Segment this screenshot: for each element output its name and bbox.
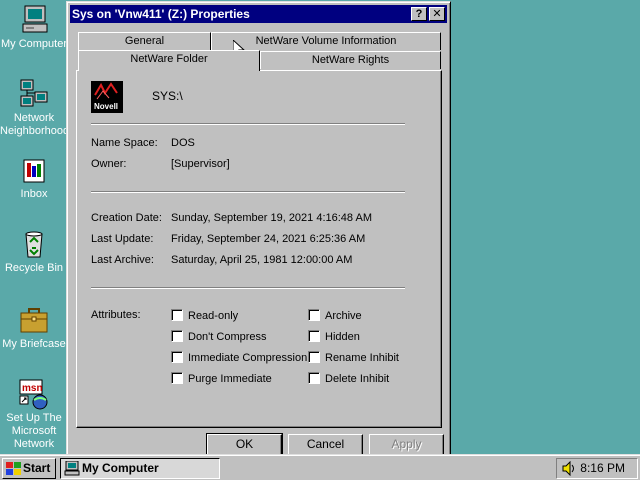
name-space-value: DOS: [171, 137, 195, 149]
separator: [91, 123, 405, 125]
computer-icon: [64, 461, 80, 476]
name-space-label: Name Space:: [91, 137, 158, 149]
creation-date-value: Sunday, September 19, 2021 4:16:48 AM: [171, 212, 372, 224]
taskbar-item-my-computer[interactable]: My Computer: [60, 458, 220, 479]
title-bar[interactable]: Sys on 'Vnw411' (Z:) Properties ? ✕: [70, 5, 447, 23]
attributes-label: Attributes:: [91, 309, 141, 321]
desktop-icon-recycle-bin[interactable]: Recycle Bin: [0, 228, 68, 275]
checkbox-box[interactable]: [308, 372, 320, 384]
tab-general[interactable]: General: [78, 32, 211, 50]
checkbox-box[interactable]: [308, 330, 320, 342]
system-tray: 8:16 PM: [556, 458, 638, 479]
novell-logo-icon: Novell: [91, 81, 123, 113]
desktop-icon-label: Neighborhood: [0, 125, 68, 137]
desktop-icon-label: Microsoft: [11, 425, 57, 437]
separator: [91, 287, 405, 289]
logo-text: Novell: [94, 102, 119, 111]
checkbox-delete-inhibit[interactable]: Delete Inhibit: [308, 372, 389, 385]
briefcase-icon: [18, 304, 50, 336]
cancel-button[interactable]: Cancel: [288, 434, 363, 456]
checkbox-box[interactable]: [171, 351, 183, 363]
checkbox-label: Hidden: [325, 331, 360, 343]
checkbox-box[interactable]: [308, 351, 320, 363]
clock[interactable]: 8:16 PM: [580, 461, 625, 475]
desktop-icon-label: My Computer: [0, 38, 68, 50]
folder-path: SYS:\: [152, 89, 183, 103]
tab-netware-volume-information[interactable]: NetWare Volume Information: [211, 32, 441, 50]
tab-netware-folder[interactable]: NetWare Folder: [78, 50, 260, 71]
svg-text:msn: msn: [22, 383, 43, 394]
checkbox-box[interactable]: [171, 372, 183, 384]
computer-icon: [18, 4, 50, 36]
help-button[interactable]: ?: [411, 7, 427, 21]
checkbox-label: Read-only: [188, 310, 239, 322]
tab-panel: Novell SYS:\ Name Space: DOS Owner: [Sup…: [76, 70, 442, 428]
window-title: Sys on 'Vnw411' (Z:) Properties: [72, 7, 250, 21]
last-archive-value: Saturday, April 25, 1981 12:00:00 AM: [171, 254, 353, 266]
checkbox-label: Purge Immediate: [188, 373, 272, 385]
volume-icon[interactable]: [562, 461, 576, 476]
recycle-bin-icon: [18, 228, 50, 260]
checkbox-label: Don't Compress: [188, 331, 267, 343]
start-label: Start: [23, 461, 51, 475]
checkbox-immediate-compression[interactable]: Immediate Compression: [171, 351, 307, 364]
windows-logo-icon: [6, 462, 21, 475]
start-button[interactable]: Start: [2, 458, 56, 479]
checkbox-archive[interactable]: Archive: [308, 309, 362, 322]
checkbox-read-only[interactable]: Read-only: [171, 309, 238, 322]
desktop-icon-label: Inbox: [20, 188, 48, 200]
desktop-icon-label: Network: [13, 438, 55, 450]
checkbox-rename-inhibit[interactable]: Rename Inhibit: [308, 351, 399, 364]
checkbox-label: Archive: [325, 310, 362, 322]
last-update-label: Last Update:: [91, 233, 154, 245]
owner-value: [Supervisor]: [171, 158, 230, 170]
checkbox-label: Immediate Compression: [188, 352, 308, 364]
desktop-icon-network-neighborhood[interactable]: Network Neighborhood: [0, 78, 68, 138]
network-icon: [18, 78, 50, 110]
properties-window: Sys on 'Vnw411' (Z:) Properties ? ✕ Gene…: [66, 1, 451, 457]
separator: [91, 191, 405, 193]
taskbar: Start My Computer 8:16 PM: [0, 454, 640, 480]
checkbox-box[interactable]: [171, 309, 183, 321]
desktop-icon-my-briefcase[interactable]: My Briefcase: [0, 304, 68, 351]
last-archive-label: Last Archive:: [91, 254, 154, 266]
checkbox-dont-compress[interactable]: Don't Compress: [171, 330, 267, 343]
apply-button[interactable]: Apply: [369, 434, 444, 456]
checkbox-hidden[interactable]: Hidden: [308, 330, 360, 343]
checkbox-box[interactable]: [308, 309, 320, 321]
inbox-icon: [18, 154, 50, 186]
desktop-icon-my-computer[interactable]: My Computer: [0, 4, 68, 51]
msn-icon: msn: [18, 378, 50, 410]
ok-button[interactable]: OK: [206, 433, 283, 457]
taskbar-item-label: My Computer: [82, 461, 159, 475]
checkbox-label: Delete Inhibit: [325, 373, 390, 385]
desktop-icon-msn[interactable]: msn Set Up The Microsoft Network: [0, 378, 68, 451]
checkbox-label: Rename Inhibit: [325, 352, 399, 364]
creation-date-label: Creation Date:: [91, 212, 162, 224]
desktop-icon-label: My Briefcase: [2, 338, 66, 350]
last-update-value: Friday, September 24, 2021 6:25:36 AM: [171, 233, 366, 245]
desktop-icon-label: Set Up The: [6, 412, 62, 424]
desktop-icon-inbox[interactable]: Inbox: [0, 154, 68, 201]
checkbox-box[interactable]: [171, 330, 183, 342]
tab-netware-rights[interactable]: NetWare Rights: [260, 51, 441, 69]
owner-label: Owner:: [91, 158, 127, 170]
close-button[interactable]: ✕: [429, 7, 445, 21]
desktop-icon-label: Network: [13, 112, 55, 124]
checkbox-purge-immediate[interactable]: Purge Immediate: [171, 372, 272, 385]
desktop-icon-label: Recycle Bin: [4, 262, 64, 274]
